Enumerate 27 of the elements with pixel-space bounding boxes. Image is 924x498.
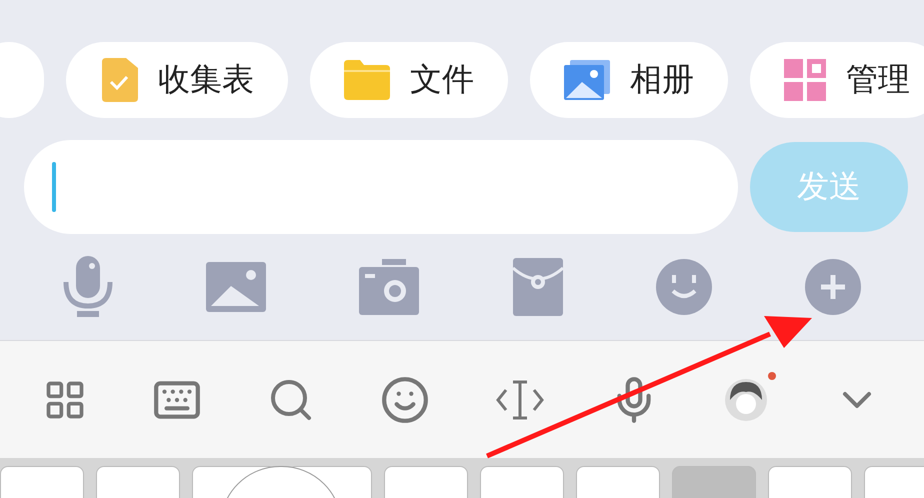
grid-icon xyxy=(784,59,826,101)
image-icon[interactable] xyxy=(206,262,266,312)
folder-icon xyxy=(344,60,390,100)
camera-icon[interactable] xyxy=(359,259,420,315)
chip-label: 收集表 xyxy=(158,59,254,100)
photo-icon xyxy=(564,60,610,100)
chip-label: 相册 xyxy=(630,59,694,100)
envelope-icon[interactable] xyxy=(512,258,563,316)
key[interactable] xyxy=(0,466,84,498)
avatar-icon[interactable] xyxy=(724,378,768,422)
shortcut-chip[interactable]: 收集表 xyxy=(66,42,288,118)
key[interactable] xyxy=(384,466,468,498)
text-cursor-icon[interactable] xyxy=(496,378,544,422)
shortcut-chip[interactable]: 相册 xyxy=(530,42,728,118)
shortcut-chip[interactable]: 管理 xyxy=(750,42,924,118)
key[interactable] xyxy=(576,466,660,498)
key[interactable] xyxy=(768,466,852,498)
smiley-icon[interactable] xyxy=(656,259,712,315)
plus-icon[interactable] xyxy=(805,259,862,315)
key[interactable] xyxy=(96,466,180,498)
shortcut-chip[interactable]: 文件 xyxy=(310,42,508,118)
smiley-icon[interactable] xyxy=(380,374,430,424)
chip-label: 管理 xyxy=(846,59,910,100)
microphone-icon[interactable] xyxy=(62,256,113,318)
form-icon xyxy=(100,58,138,102)
key[interactable] xyxy=(480,466,564,498)
chip-label: 文件 xyxy=(410,59,474,100)
